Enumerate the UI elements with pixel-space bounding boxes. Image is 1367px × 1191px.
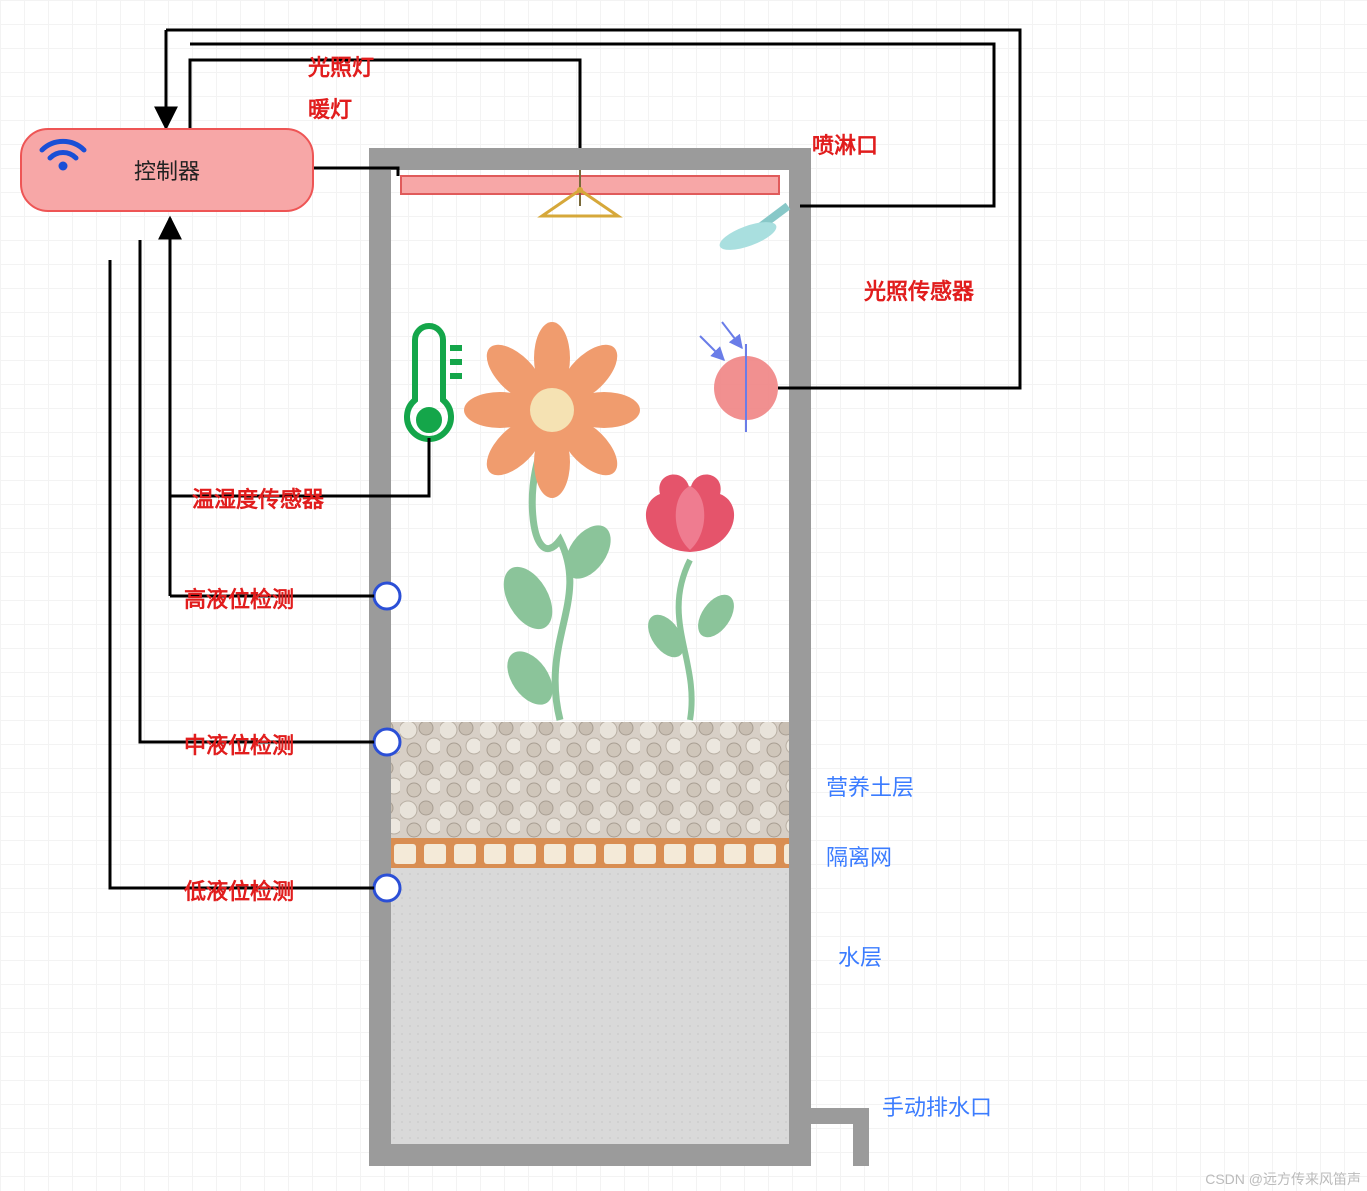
- label-light-sensor: 光照传感器: [864, 274, 974, 306]
- label-mid-level: 中液位检测: [184, 728, 294, 760]
- label-water: 水层: [838, 940, 882, 972]
- label-soil: 营养土层: [826, 770, 914, 802]
- heat-lamp-bar: [401, 176, 779, 194]
- mid-level-probe: [374, 729, 400, 755]
- light-joint: [577, 187, 583, 193]
- low-level-probe: [374, 875, 400, 901]
- red-flower-icon: [641, 474, 741, 720]
- light-sensor-icon: [700, 322, 778, 432]
- wifi-icon: [38, 130, 88, 172]
- isolation-net: [391, 838, 789, 868]
- thermometer-icon: [407, 326, 462, 439]
- label-low-level: 低液位检测: [184, 874, 294, 906]
- controller-box: 控制器: [20, 128, 314, 212]
- sprinkler-icon: [716, 206, 788, 256]
- high-level-probe: [374, 583, 400, 609]
- label-light-lamp: 光照灯: [308, 50, 374, 82]
- orange-flower-icon: [464, 322, 640, 720]
- label-high-level: 高液位检测: [184, 582, 294, 614]
- water-layer: [391, 868, 789, 1144]
- label-temp-humid: 温湿度传感器: [192, 482, 324, 514]
- label-drain: 手动排水口: [882, 1090, 992, 1122]
- label-net: 隔离网: [826, 840, 892, 872]
- label-warm-lamp: 暖灯: [308, 92, 352, 124]
- label-sprinkler: 喷淋口: [812, 128, 878, 160]
- watermark: CSDN @远方传来风笛声: [1205, 1169, 1361, 1189]
- soil-layer: [391, 722, 789, 838]
